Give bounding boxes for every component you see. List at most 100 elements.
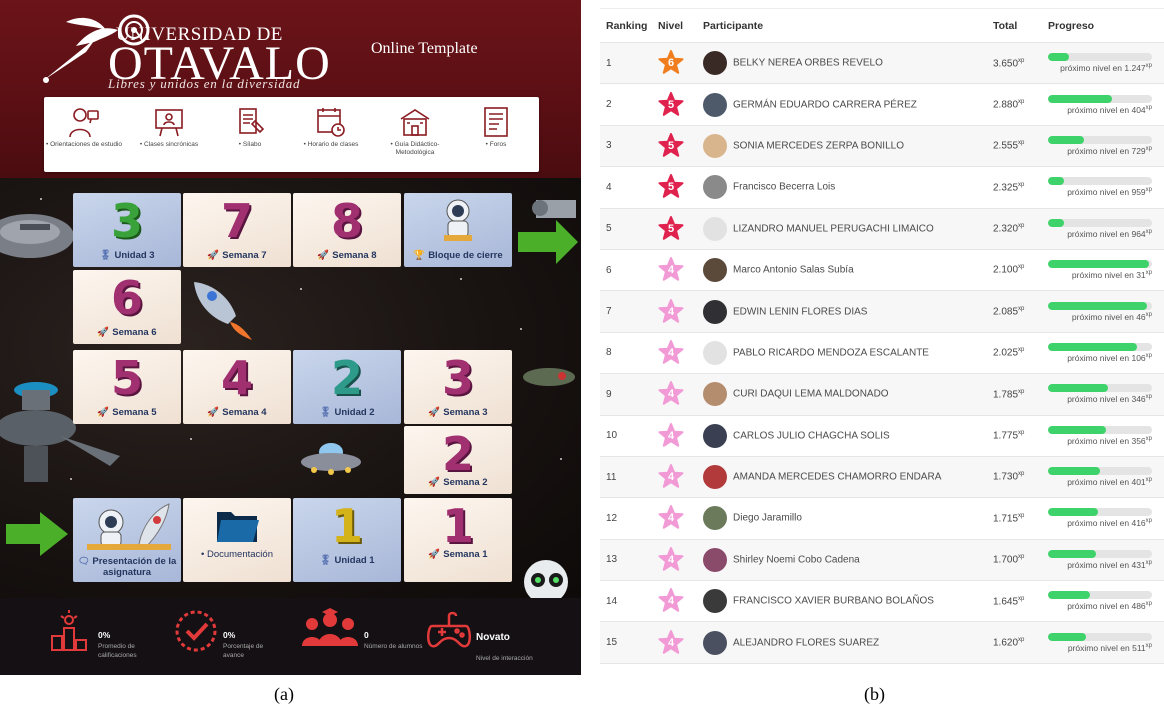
participant-cell[interactable]: LIZANDRO MANUEL PERUGACHI LIMAICO xyxy=(703,208,993,249)
tile-label: Semana 6 xyxy=(112,327,157,338)
progress-bar xyxy=(1048,425,1152,434)
tile-semana-5[interactable]: 5 🚀 Semana 5 xyxy=(73,350,181,424)
nav-horario[interactable]: • Horario de clases xyxy=(291,105,371,149)
presentation-board-icon xyxy=(155,109,183,137)
tile-semana-8[interactable]: 8 🚀 Semana 8 xyxy=(293,193,401,267)
participant-cell[interactable]: GERMÁN EDUARDO CARRERA PÉREZ xyxy=(703,84,993,125)
advisor-icon xyxy=(69,108,99,138)
col-ranking: Ranking xyxy=(600,8,658,43)
satellite-icon xyxy=(518,200,578,264)
participant-cell[interactable]: Marco Antonio Salas Subía xyxy=(703,249,993,290)
participant-cell[interactable]: BELKY NEREA ORBES REVELO xyxy=(703,43,993,84)
participant-cell[interactable]: SONIA MERCEDES ZERPA BONILLO xyxy=(703,125,993,166)
tile-label: Bloque de cierre xyxy=(428,250,503,261)
progress-cell: próximo nivel en 511xp xyxy=(1048,622,1164,663)
stat-desc: Nivel de interacción xyxy=(476,655,533,662)
tile-label: Presentación de la asignatura xyxy=(92,556,177,578)
nav-silabo[interactable]: • Sílabo xyxy=(210,105,290,149)
table-row: 14 4 FRANCISCO XAVIER BURBANO BOLAÑOS 1.645… xyxy=(600,581,1164,622)
progress-cell: próximo nivel en 401xp xyxy=(1048,456,1164,497)
participant-cell[interactable]: EDWIN LENIN FLORES DIAS xyxy=(703,291,993,332)
tile-semana-3[interactable]: 3 🚀 Semana 3 xyxy=(404,350,512,424)
participant-cell[interactable]: CURI DAQUI LEMA MALDONADO xyxy=(703,374,993,415)
progress-bar xyxy=(1048,53,1152,62)
tile-semana-1[interactable]: 1 🚀 Semana 1 xyxy=(404,498,512,582)
progress-cell: próximo nivel en 431xp xyxy=(1048,539,1164,580)
participant-cell[interactable]: CARLOS JULIO CHAGCHA SOLIS xyxy=(703,415,993,456)
tile-unidad-1[interactable]: 1 🎖 Unidad 1 xyxy=(293,498,401,582)
logo-slogan: Libres y unidos en la diversidad xyxy=(108,76,301,91)
rank-cell: 9 xyxy=(606,388,612,400)
caption-a: (a) xyxy=(274,684,294,704)
tile-unidad-3[interactable]: 3 🎖 Unidad 3 xyxy=(73,193,181,267)
progress-bar xyxy=(1048,467,1152,476)
level-star-icon: 4 xyxy=(658,546,684,573)
progress-text: próximo nivel en 346xp xyxy=(1067,394,1152,405)
tile-semana-6[interactable]: 6 🚀 Semana 6 xyxy=(73,270,181,344)
start-arrow-icon xyxy=(6,512,68,556)
participant-name: GERMÁN EDUARDO CARRERA PÉREZ xyxy=(733,99,917,111)
avatar xyxy=(703,175,727,200)
participant-cell[interactable]: Francisco Becerra Lois xyxy=(703,167,993,208)
total-cell: 2.880xp xyxy=(993,98,1025,111)
level-number: 4 xyxy=(667,305,675,318)
level-cell: 4 xyxy=(658,539,703,580)
level-cell: 5 xyxy=(658,208,703,249)
ufo-icon xyxy=(301,443,361,475)
tile-number: 8 xyxy=(330,194,363,248)
folder-icon xyxy=(217,512,259,542)
tile-semana-4[interactable]: 4 🚀 Semana 4 xyxy=(183,350,291,424)
avatar xyxy=(703,382,727,407)
tile-label: Semana 5 xyxy=(112,407,157,418)
progress-cell: próximo nivel en 346xp xyxy=(1048,374,1164,415)
avatar xyxy=(703,465,727,490)
level-cell: 5 xyxy=(658,167,703,208)
rank-cell: 5 xyxy=(606,223,612,235)
nav-foros[interactable]: • Foros xyxy=(456,105,536,149)
tile-presentacion[interactable]: 🗨 Presentación de la asignatura xyxy=(73,498,181,582)
school-building-icon xyxy=(400,109,430,136)
rocket-icon: 🚀 xyxy=(428,407,441,418)
participant-name: CURI DAQUI LEMA MALDONADO xyxy=(733,388,889,400)
forum-icon xyxy=(484,107,508,137)
tile-number: 4 xyxy=(220,351,253,405)
tile-semana-7[interactable]: 7 🚀 Semana 7 xyxy=(183,193,291,267)
level-star-icon: 4 xyxy=(658,588,684,614)
tile-label: Semana 2 xyxy=(443,477,488,488)
tile-semana-2[interactable]: 2 🚀 Semana 2 xyxy=(404,426,512,494)
tile-label: Semana 4 xyxy=(222,407,267,418)
level-cell: 4 xyxy=(658,415,703,456)
participant-cell[interactable]: PABLO RICARDO MENDOZA ESCALANTE xyxy=(703,332,993,373)
tile-documentacion[interactable]: • Documentación xyxy=(183,498,291,582)
nav-guia[interactable]: • Guía Didáctico-Metodológica xyxy=(375,105,455,157)
participant-cell[interactable]: AMANDA MERCEDES CHAMORRO ENDARA xyxy=(703,456,993,497)
participant-cell[interactable]: Diego Jaramillo xyxy=(703,498,993,539)
avatar xyxy=(703,299,727,324)
nav-orientaciones[interactable]: • Orientaciones de estudio xyxy=(44,105,124,149)
syllabus-icon xyxy=(239,108,265,134)
tile-number: 2 xyxy=(441,427,474,481)
tile-label: Unidad 3 xyxy=(114,250,155,261)
participant-cell[interactable]: Shirley Noemi Cobo Cadena xyxy=(703,539,993,580)
table-row: 13 4 Shirley Noemi Cobo Cadena 1.700xp próxi… xyxy=(600,539,1164,581)
level-star-icon: 4 xyxy=(658,505,684,531)
stat-desc: Porcentaje de avance xyxy=(223,643,264,659)
progress-text: próximo nivel en 511xp xyxy=(1067,642,1152,653)
tile-unidad-2[interactable]: 2 🎖 Unidad 2 xyxy=(293,350,401,424)
participant-cell[interactable]: ALEJANDRO FLORES SUAREZ xyxy=(703,622,993,663)
level-star-icon: 4 xyxy=(658,381,684,407)
stat-value: 0% xyxy=(98,630,111,640)
nav-clases-sincronicas[interactable]: • Clases sincrónicas xyxy=(129,105,209,149)
participant-cell[interactable]: FRANCISCO XAVIER BURBANO BOLAÑOS xyxy=(703,581,993,622)
total-cell: 2.025xp xyxy=(993,347,1025,359)
stats-bar: 0% Promedio de calificaciones 0% Porcent… xyxy=(0,598,581,675)
rank-cell: 10 xyxy=(606,430,618,442)
participant-name: SONIA MERCEDES ZERPA BONILLO xyxy=(733,140,904,152)
tile-bloque-cierre[interactable]: 🏆 Bloque de cierre xyxy=(404,193,512,267)
stat-desc: Número de alumnos xyxy=(364,643,423,650)
gamepad-icon xyxy=(427,611,471,648)
table-row: 3 5 SONIA MERCEDES ZERPA BONILLO 2.555xp pró… xyxy=(600,125,1164,167)
medal-icon: 🎖 xyxy=(319,407,332,418)
participant-name: PABLO RICARDO MENDOZA ESCALANTE xyxy=(733,347,929,359)
level-cell: 4 xyxy=(658,622,703,663)
